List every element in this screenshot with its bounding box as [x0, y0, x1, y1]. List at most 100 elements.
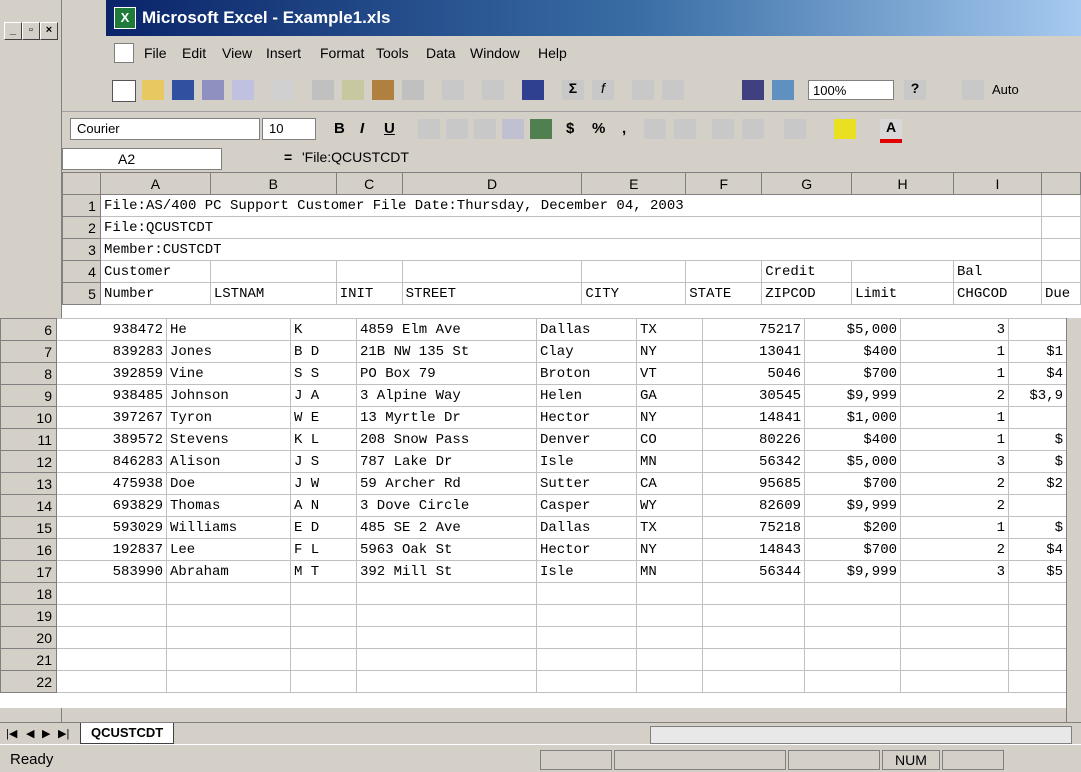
cell-number[interactable]: 938485: [56, 384, 167, 407]
row-header[interactable]: 19: [0, 604, 57, 627]
cell[interactable]: Due: [1040, 282, 1081, 305]
cell-city[interactable]: Hector: [536, 538, 637, 561]
autosum-icon[interactable]: Σ: [562, 80, 584, 100]
cell[interactable]: [636, 670, 703, 693]
row-header[interactable]: 2: [62, 216, 101, 239]
cell[interactable]: [851, 260, 955, 283]
increase-indent-icon[interactable]: [742, 119, 764, 139]
cell[interactable]: [581, 260, 687, 283]
prev-sheet-icon[interactable]: ◀: [26, 727, 34, 740]
row-header[interactable]: 11: [0, 428, 57, 451]
borders-icon[interactable]: [784, 119, 806, 139]
cell-street[interactable]: 13 Myrtle Dr: [356, 406, 537, 429]
cell-lstnam[interactable]: Williams: [166, 516, 291, 539]
cell[interactable]: [1008, 648, 1067, 671]
cell-street[interactable]: 392 Mill St: [356, 560, 537, 583]
cell-due[interactable]: $3,9: [1008, 384, 1067, 407]
cell[interactable]: [636, 604, 703, 627]
cell-zip[interactable]: 14841: [702, 406, 805, 429]
cell[interactable]: [290, 648, 357, 671]
row-header[interactable]: 22: [0, 670, 57, 693]
cell-city[interactable]: Casper: [536, 494, 637, 517]
column-header[interactable]: F: [685, 172, 763, 195]
sheet-tab-qcustcdt[interactable]: QCUSTCDT: [80, 723, 175, 744]
bold-button[interactable]: B: [334, 120, 345, 137]
cell-limit[interactable]: $400: [804, 428, 901, 451]
row-header[interactable]: 16: [0, 538, 57, 561]
cell-zip[interactable]: 75217: [702, 318, 805, 341]
cell-state[interactable]: CO: [636, 428, 703, 451]
cell[interactable]: [900, 670, 1009, 693]
row-header[interactable]: 9: [0, 384, 57, 407]
column-header[interactable]: I: [953, 172, 1042, 195]
cell[interactable]: [900, 604, 1009, 627]
cell-limit[interactable]: $9,999: [804, 494, 901, 517]
cell[interactable]: [804, 604, 901, 627]
cell-street[interactable]: 21B NW 135 St: [356, 340, 537, 363]
cell[interactable]: Credit: [761, 260, 853, 283]
cell-street[interactable]: 485 SE 2 Ave: [356, 516, 537, 539]
cell[interactable]: [636, 582, 703, 605]
cell[interactable]: [1040, 260, 1081, 283]
menu-insert[interactable]: Insert: [266, 45, 301, 61]
cell[interactable]: [536, 648, 637, 671]
percent-button[interactable]: %: [592, 120, 605, 137]
cell-due[interactable]: [1008, 494, 1067, 517]
open-icon[interactable]: [142, 80, 164, 100]
cell-lstnam[interactable]: Doe: [166, 472, 291, 495]
menu-edit[interactable]: Edit: [182, 45, 206, 61]
cell-limit[interactable]: $9,999: [804, 384, 901, 407]
cell[interactable]: [702, 582, 805, 605]
cell-due[interactable]: $4: [1008, 538, 1067, 561]
menu-data[interactable]: Data: [426, 45, 456, 61]
cell-zip[interactable]: 75218: [702, 516, 805, 539]
cell[interactable]: [290, 626, 357, 649]
cell-street[interactable]: PO Box 79: [356, 362, 537, 385]
cell-init[interactable]: S S: [290, 362, 357, 385]
cell-chgcod[interactable]: 1: [900, 406, 1009, 429]
cell[interactable]: [356, 648, 537, 671]
cell-chgcod[interactable]: 1: [900, 516, 1009, 539]
row-header[interactable]: 13: [0, 472, 57, 495]
cell-state[interactable]: VT: [636, 362, 703, 385]
cell-state[interactable]: TX: [636, 318, 703, 341]
cell[interactable]: LSTNAM: [209, 282, 337, 305]
cell[interactable]: Number: [99, 282, 211, 305]
euro-icon[interactable]: [530, 119, 552, 139]
cell[interactable]: [290, 670, 357, 693]
cell-zip[interactable]: 14843: [702, 538, 805, 561]
font-select[interactable]: Courier: [70, 118, 260, 140]
row-header[interactable]: 7: [0, 340, 57, 363]
cell[interactable]: [401, 260, 583, 283]
new-icon[interactable]: [112, 80, 136, 102]
cell-city[interactable]: Denver: [536, 428, 637, 451]
cell-street[interactable]: 3 Alpine Way: [356, 384, 537, 407]
cell-lstnam[interactable]: Tyron: [166, 406, 291, 429]
cell-lstnam[interactable]: Thomas: [166, 494, 291, 517]
row-header[interactable]: 10: [0, 406, 57, 429]
cell-state[interactable]: NY: [636, 340, 703, 363]
align-center-icon[interactable]: [446, 119, 468, 139]
cell[interactable]: [166, 604, 291, 627]
cell-city[interactable]: Dallas: [536, 516, 637, 539]
workbook-icon[interactable]: [114, 43, 134, 63]
cell[interactable]: CHGCOD: [953, 282, 1042, 305]
minimize-icon[interactable]: _: [4, 22, 22, 40]
row-header[interactable]: 4: [62, 260, 101, 283]
cell-street[interactable]: 208 Snow Pass: [356, 428, 537, 451]
cell[interactable]: CITY: [581, 282, 687, 305]
cell-init[interactable]: B D: [290, 340, 357, 363]
zoom-select[interactable]: 100%: [808, 80, 894, 100]
cell-number[interactable]: 192837: [56, 538, 167, 561]
cell-chgcod[interactable]: 3: [900, 450, 1009, 473]
cell-limit[interactable]: $700: [804, 538, 901, 561]
cell[interactable]: [56, 670, 167, 693]
cell-init[interactable]: J S: [290, 450, 357, 473]
cell[interactable]: [636, 626, 703, 649]
menu-view[interactable]: View: [222, 45, 252, 61]
cell-due[interactable]: $: [1008, 516, 1067, 539]
spelling-icon[interactable]: [272, 80, 294, 100]
column-header[interactable]: H: [851, 172, 955, 195]
acrobat-icon[interactable]: [962, 80, 984, 100]
sort-ascending-icon[interactable]: [632, 80, 654, 100]
